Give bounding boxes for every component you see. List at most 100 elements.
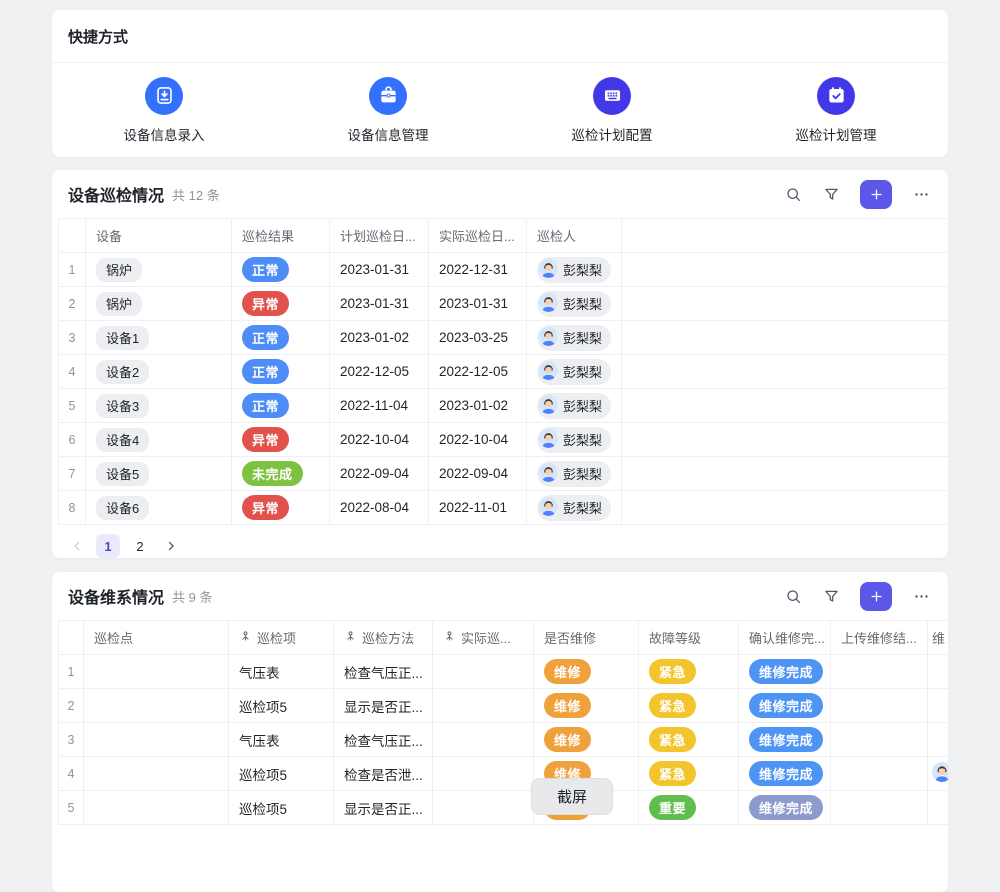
search-icon[interactable]: [784, 587, 802, 605]
column-header-5[interactable]: 是否维修: [534, 621, 639, 654]
inspector-cell[interactable]: 彭梨梨: [527, 389, 622, 422]
column-header-3[interactable]: 计划巡检日...: [330, 219, 429, 252]
planned-date-cell[interactable]: 2023-01-31: [330, 253, 429, 286]
planned-date-cell[interactable]: 2023-01-31: [330, 287, 429, 320]
actual-cell[interactable]: [433, 689, 534, 722]
column-header-4[interactable]: 实际巡...: [433, 621, 534, 654]
page-button-1[interactable]: 1: [96, 534, 120, 558]
confirm-cell[interactable]: 维修完成: [739, 757, 831, 790]
device-cell[interactable]: 设备6: [86, 491, 232, 524]
device-cell[interactable]: 锅炉: [86, 253, 232, 286]
inspector-cell[interactable]: 彭梨梨: [527, 457, 622, 490]
filter-icon[interactable]: [822, 185, 840, 203]
actual-date-cell[interactable]: 2023-01-02: [429, 389, 527, 422]
point-cell[interactable]: [84, 689, 229, 722]
actual-cell[interactable]: [433, 757, 534, 790]
planned-date-cell[interactable]: 2022-09-04: [330, 457, 429, 490]
column-header-6[interactable]: 故障等级: [639, 621, 739, 654]
shortcut-item-4[interactable]: 巡检计划管理: [724, 77, 948, 144]
item-cell[interactable]: 气压表: [229, 723, 334, 756]
upload-cell[interactable]: [831, 791, 928, 824]
result-cell[interactable]: 异常: [232, 423, 330, 456]
method-cell[interactable]: 显示是否正...: [334, 791, 433, 824]
repair-cell[interactable]: 维修: [534, 723, 639, 756]
device-cell[interactable]: 锅炉: [86, 287, 232, 320]
staff-cell[interactable]: [928, 757, 948, 790]
column-header-5[interactable]: 巡检人: [527, 219, 622, 252]
actual-date-cell[interactable]: 2022-10-04: [429, 423, 527, 456]
column-header-2[interactable]: 巡检结果: [232, 219, 330, 252]
fault-cell[interactable]: 紧急: [639, 689, 739, 722]
confirm-cell[interactable]: 维修完成: [739, 723, 831, 756]
device-cell[interactable]: 设备4: [86, 423, 232, 456]
column-header-1[interactable]: 设备: [86, 219, 232, 252]
method-cell[interactable]: 检查气压正...: [334, 723, 433, 756]
planned-date-cell[interactable]: 2022-11-04: [330, 389, 429, 422]
staff-cell[interactable]: [928, 791, 948, 824]
inspector-cell[interactable]: 彭梨梨: [527, 253, 622, 286]
point-cell[interactable]: [84, 655, 229, 688]
device-cell[interactable]: 设备3: [86, 389, 232, 422]
add-record-button[interactable]: [860, 180, 892, 209]
fault-cell[interactable]: 重要: [639, 791, 739, 824]
device-cell[interactable]: 设备5: [86, 457, 232, 490]
result-cell[interactable]: 正常: [232, 389, 330, 422]
upload-cell[interactable]: [831, 655, 928, 688]
filter-icon[interactable]: [822, 587, 840, 605]
inspector-cell[interactable]: 彭梨梨: [527, 355, 622, 388]
staff-cell[interactable]: [928, 723, 948, 756]
confirm-cell[interactable]: 维修完成: [739, 791, 831, 824]
item-cell[interactable]: 气压表: [229, 655, 334, 688]
result-cell[interactable]: 异常: [232, 287, 330, 320]
column-header-1[interactable]: 巡检点: [84, 621, 229, 654]
confirm-cell[interactable]: 维修完成: [739, 655, 831, 688]
actual-cell[interactable]: [433, 791, 534, 824]
repair-cell[interactable]: 维修: [534, 689, 639, 722]
actual-cell[interactable]: [433, 655, 534, 688]
more-icon[interactable]: [912, 587, 930, 605]
planned-date-cell[interactable]: 2022-12-05: [330, 355, 429, 388]
shortcut-item-2[interactable]: 设备信息管理: [276, 77, 500, 144]
item-cell[interactable]: 巡检项5: [229, 791, 334, 824]
confirm-cell[interactable]: 维修完成: [739, 689, 831, 722]
actual-cell[interactable]: [433, 723, 534, 756]
actual-date-cell[interactable]: 2022-11-01: [429, 491, 527, 524]
staff-cell[interactable]: [928, 689, 948, 722]
point-cell[interactable]: [84, 723, 229, 756]
search-icon[interactable]: [784, 185, 802, 203]
fault-cell[interactable]: 紧急: [639, 757, 739, 790]
upload-cell[interactable]: [831, 757, 928, 790]
inspector-cell[interactable]: 彭梨梨: [527, 491, 622, 524]
actual-date-cell[interactable]: 2022-12-31: [429, 253, 527, 286]
result-cell[interactable]: 异常: [232, 491, 330, 524]
upload-cell[interactable]: [831, 723, 928, 756]
column-header-4[interactable]: 实际巡检日...: [429, 219, 527, 252]
point-cell[interactable]: [84, 757, 229, 790]
column-header-7[interactable]: 确认维修完...: [739, 621, 831, 654]
shortcut-item-3[interactable]: 巡检计划配置: [500, 77, 724, 144]
add-record-button[interactable]: [860, 582, 892, 611]
method-cell[interactable]: 显示是否正...: [334, 689, 433, 722]
result-cell[interactable]: 未完成: [232, 457, 330, 490]
method-cell[interactable]: 检查气压正...: [334, 655, 433, 688]
more-icon[interactable]: [912, 185, 930, 203]
fault-cell[interactable]: 紧急: [639, 655, 739, 688]
inspector-cell[interactable]: 彭梨梨: [527, 287, 622, 320]
column-header-9[interactable]: 维: [928, 621, 948, 654]
column-header-8[interactable]: 上传维修结...: [831, 621, 928, 654]
fault-cell[interactable]: 紧急: [639, 723, 739, 756]
planned-date-cell[interactable]: 2022-08-04: [330, 491, 429, 524]
item-cell[interactable]: 巡检项5: [229, 689, 334, 722]
shortcut-item-1[interactable]: 设备信息录入: [52, 77, 276, 144]
point-cell[interactable]: [84, 791, 229, 824]
device-cell[interactable]: 设备1: [86, 321, 232, 354]
result-cell[interactable]: 正常: [232, 253, 330, 286]
page-button-2[interactable]: 2: [128, 534, 152, 558]
result-cell[interactable]: 正常: [232, 321, 330, 354]
actual-date-cell[interactable]: 2023-01-31: [429, 287, 527, 320]
staff-cell[interactable]: [928, 655, 948, 688]
column-header-3[interactable]: 巡检方法: [334, 621, 433, 654]
result-cell[interactable]: 正常: [232, 355, 330, 388]
next-page-button[interactable]: [160, 535, 182, 557]
method-cell[interactable]: 检查是否泄...: [334, 757, 433, 790]
